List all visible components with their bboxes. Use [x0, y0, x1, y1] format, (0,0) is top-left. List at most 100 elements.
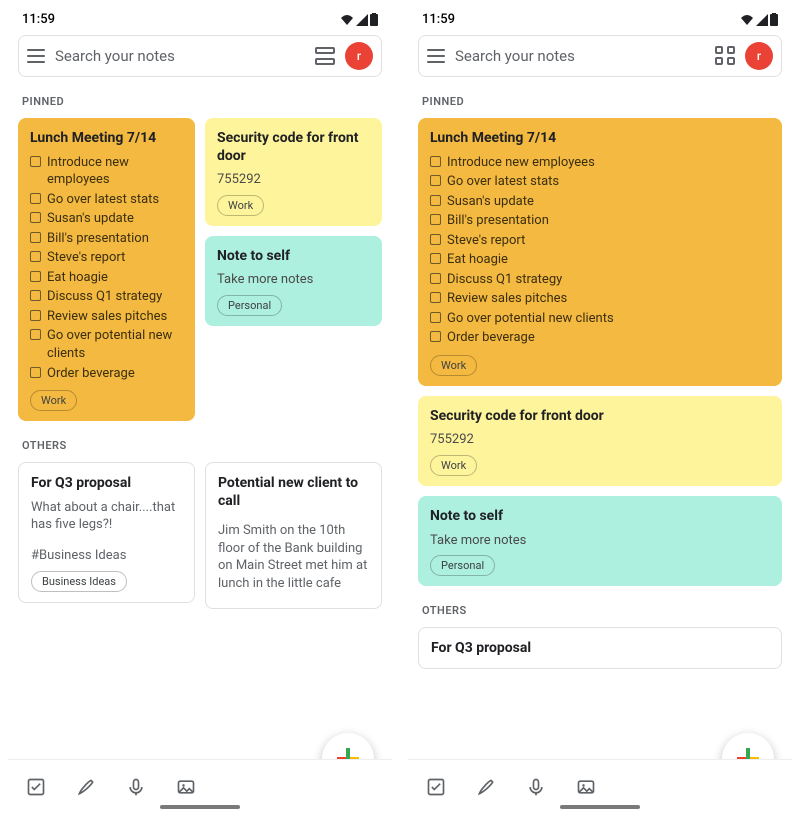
wifi-icon [340, 14, 354, 26]
wifi-icon [740, 14, 754, 26]
checklist-item[interactable]: Bill's presentation [430, 212, 770, 230]
checkbox-icon[interactable] [430, 312, 441, 323]
checkbox-icon[interactable] [430, 253, 441, 264]
avatar[interactable]: r [745, 42, 773, 70]
checklist: Introduce new employees Go over latest s… [30, 154, 183, 383]
note-title: Potential new client to call [218, 475, 369, 510]
note-security-code[interactable]: Security code for front door 755292 Work [205, 118, 382, 226]
note-title: Lunch Meeting 7/14 [30, 130, 183, 148]
phone-list-view: 11:59 Search your notes r PINNED Lunch M… [408, 8, 792, 813]
checklist-item[interactable]: Introduce new employees [430, 154, 770, 172]
checkbox-icon[interactable] [430, 175, 441, 186]
section-others: OTHERS [22, 439, 378, 452]
note-title: Note to self [430, 508, 770, 526]
note-lunch-meeting[interactable]: Lunch Meeting 7/14 Introduce new employe… [18, 118, 195, 421]
checkbox-tool-icon[interactable] [26, 777, 46, 797]
note-q3-proposal[interactable]: For Q3 proposal What about a chair....th… [18, 462, 195, 603]
view-toggle-grid-icon[interactable] [715, 46, 735, 66]
checkbox-icon[interactable] [30, 156, 41, 167]
note-to-self[interactable]: Note to self Take more notes Personal [418, 496, 782, 586]
note-q3-proposal[interactable]: For Q3 proposal [418, 627, 782, 669]
search-bar[interactable]: Search your notes r [418, 35, 782, 77]
view-toggle-list-icon[interactable] [315, 47, 335, 65]
checklist-item[interactable]: Eat hoagie [30, 269, 183, 287]
checklist-item[interactable]: Go over latest stats [30, 191, 183, 209]
checklist-item[interactable]: Review sales pitches [30, 308, 183, 326]
checklist-item[interactable]: Go over latest stats [430, 173, 770, 191]
phone-grid-view: 11:59 Search your notes r PINNED Lunch M… [8, 8, 392, 813]
checklist-item[interactable]: Discuss Q1 strategy [430, 271, 770, 289]
clock: 11:59 [422, 12, 455, 27]
note-body: What about a chair....that has five legs… [31, 499, 182, 534]
checklist-item[interactable]: Order beverage [430, 329, 770, 347]
checkbox-icon[interactable] [30, 251, 41, 262]
menu-icon[interactable] [27, 49, 45, 63]
menu-icon[interactable] [427, 49, 445, 63]
notes-content: PINNED Lunch Meeting 7/14 Introduce new … [408, 87, 792, 813]
checkbox-icon[interactable] [430, 234, 441, 245]
checklist-item[interactable]: Introduce new employees [30, 154, 183, 189]
checklist-item[interactable]: Susan's update [30, 210, 183, 228]
checkbox-icon[interactable] [30, 329, 41, 340]
checkbox-icon[interactable] [430, 214, 441, 225]
image-tool-icon[interactable] [176, 777, 196, 797]
note-potential-client[interactable]: Potential new client to call Jim Smith o… [205, 462, 382, 609]
checkbox-icon[interactable] [430, 156, 441, 167]
checkbox-icon[interactable] [30, 232, 41, 243]
search-input[interactable]: Search your notes [55, 47, 305, 65]
checkbox-icon[interactable] [30, 212, 41, 223]
note-body: 755292 [430, 431, 770, 449]
checkbox-icon[interactable] [30, 193, 41, 204]
checkbox-icon[interactable] [30, 367, 41, 378]
note-title: For Q3 proposal [31, 475, 182, 493]
checklist-item[interactable]: Review sales pitches [430, 290, 770, 308]
note-to-self[interactable]: Note to self Take more notes Personal [205, 236, 382, 326]
home-indicator [560, 805, 640, 809]
home-indicator [160, 805, 240, 809]
note-lunch-meeting[interactable]: Lunch Meeting 7/14 Introduce new employe… [418, 118, 782, 386]
note-security-code[interactable]: Security code for front door 755292 Work [418, 396, 782, 486]
search-input[interactable]: Search your notes [455, 47, 705, 65]
checkbox-icon[interactable] [430, 331, 441, 342]
note-body: Take more notes [217, 271, 370, 289]
label-chip[interactable]: Work [430, 355, 477, 376]
checklist-item[interactable]: Steve's report [430, 232, 770, 250]
checkbox-icon[interactable] [430, 292, 441, 303]
notes-content: PINNED Lunch Meeting 7/14 Introduce new … [8, 87, 392, 813]
search-bar[interactable]: Search your notes r [18, 35, 382, 77]
battery-icon [770, 13, 778, 26]
mic-tool-icon[interactable] [126, 777, 146, 797]
checklist-item[interactable]: Bill's presentation [30, 230, 183, 248]
checklist-item[interactable]: Go over potential new clients [430, 310, 770, 328]
label-chip[interactable]: Personal [430, 555, 495, 576]
label-chip[interactable]: Work [430, 455, 477, 476]
checkbox-icon[interactable] [430, 195, 441, 206]
note-title: For Q3 proposal [431, 640, 769, 658]
checkbox-icon[interactable] [30, 310, 41, 321]
checkbox-icon[interactable] [430, 273, 441, 284]
label-chip[interactable]: Work [30, 390, 77, 411]
checkbox-tool-icon[interactable] [426, 777, 446, 797]
note-title: Security code for front door [217, 130, 370, 165]
clock: 11:59 [22, 12, 55, 27]
brush-tool-icon[interactable] [476, 777, 496, 797]
status-icons [340, 13, 378, 26]
mic-tool-icon[interactable] [526, 777, 546, 797]
note-title: Note to self [217, 248, 370, 266]
label-chip[interactable]: Personal [217, 295, 282, 316]
status-icons [740, 13, 778, 26]
checkbox-icon[interactable] [30, 290, 41, 301]
avatar[interactable]: r [345, 42, 373, 70]
checklist-item[interactable]: Susan's update [430, 193, 770, 211]
checklist-item[interactable]: Order beverage [30, 365, 183, 383]
image-tool-icon[interactable] [576, 777, 596, 797]
label-chip[interactable]: Business Ideas [31, 571, 127, 592]
checkbox-icon[interactable] [30, 271, 41, 282]
note-title: Security code for front door [430, 408, 770, 426]
checklist-item[interactable]: Eat hoagie [430, 251, 770, 269]
checklist-item[interactable]: Go over potential new clients [30, 327, 183, 362]
label-chip[interactable]: Work [217, 195, 264, 216]
checklist-item[interactable]: Steve's report [30, 249, 183, 267]
checklist-item[interactable]: Discuss Q1 strategy [30, 288, 183, 306]
brush-tool-icon[interactable] [76, 777, 96, 797]
